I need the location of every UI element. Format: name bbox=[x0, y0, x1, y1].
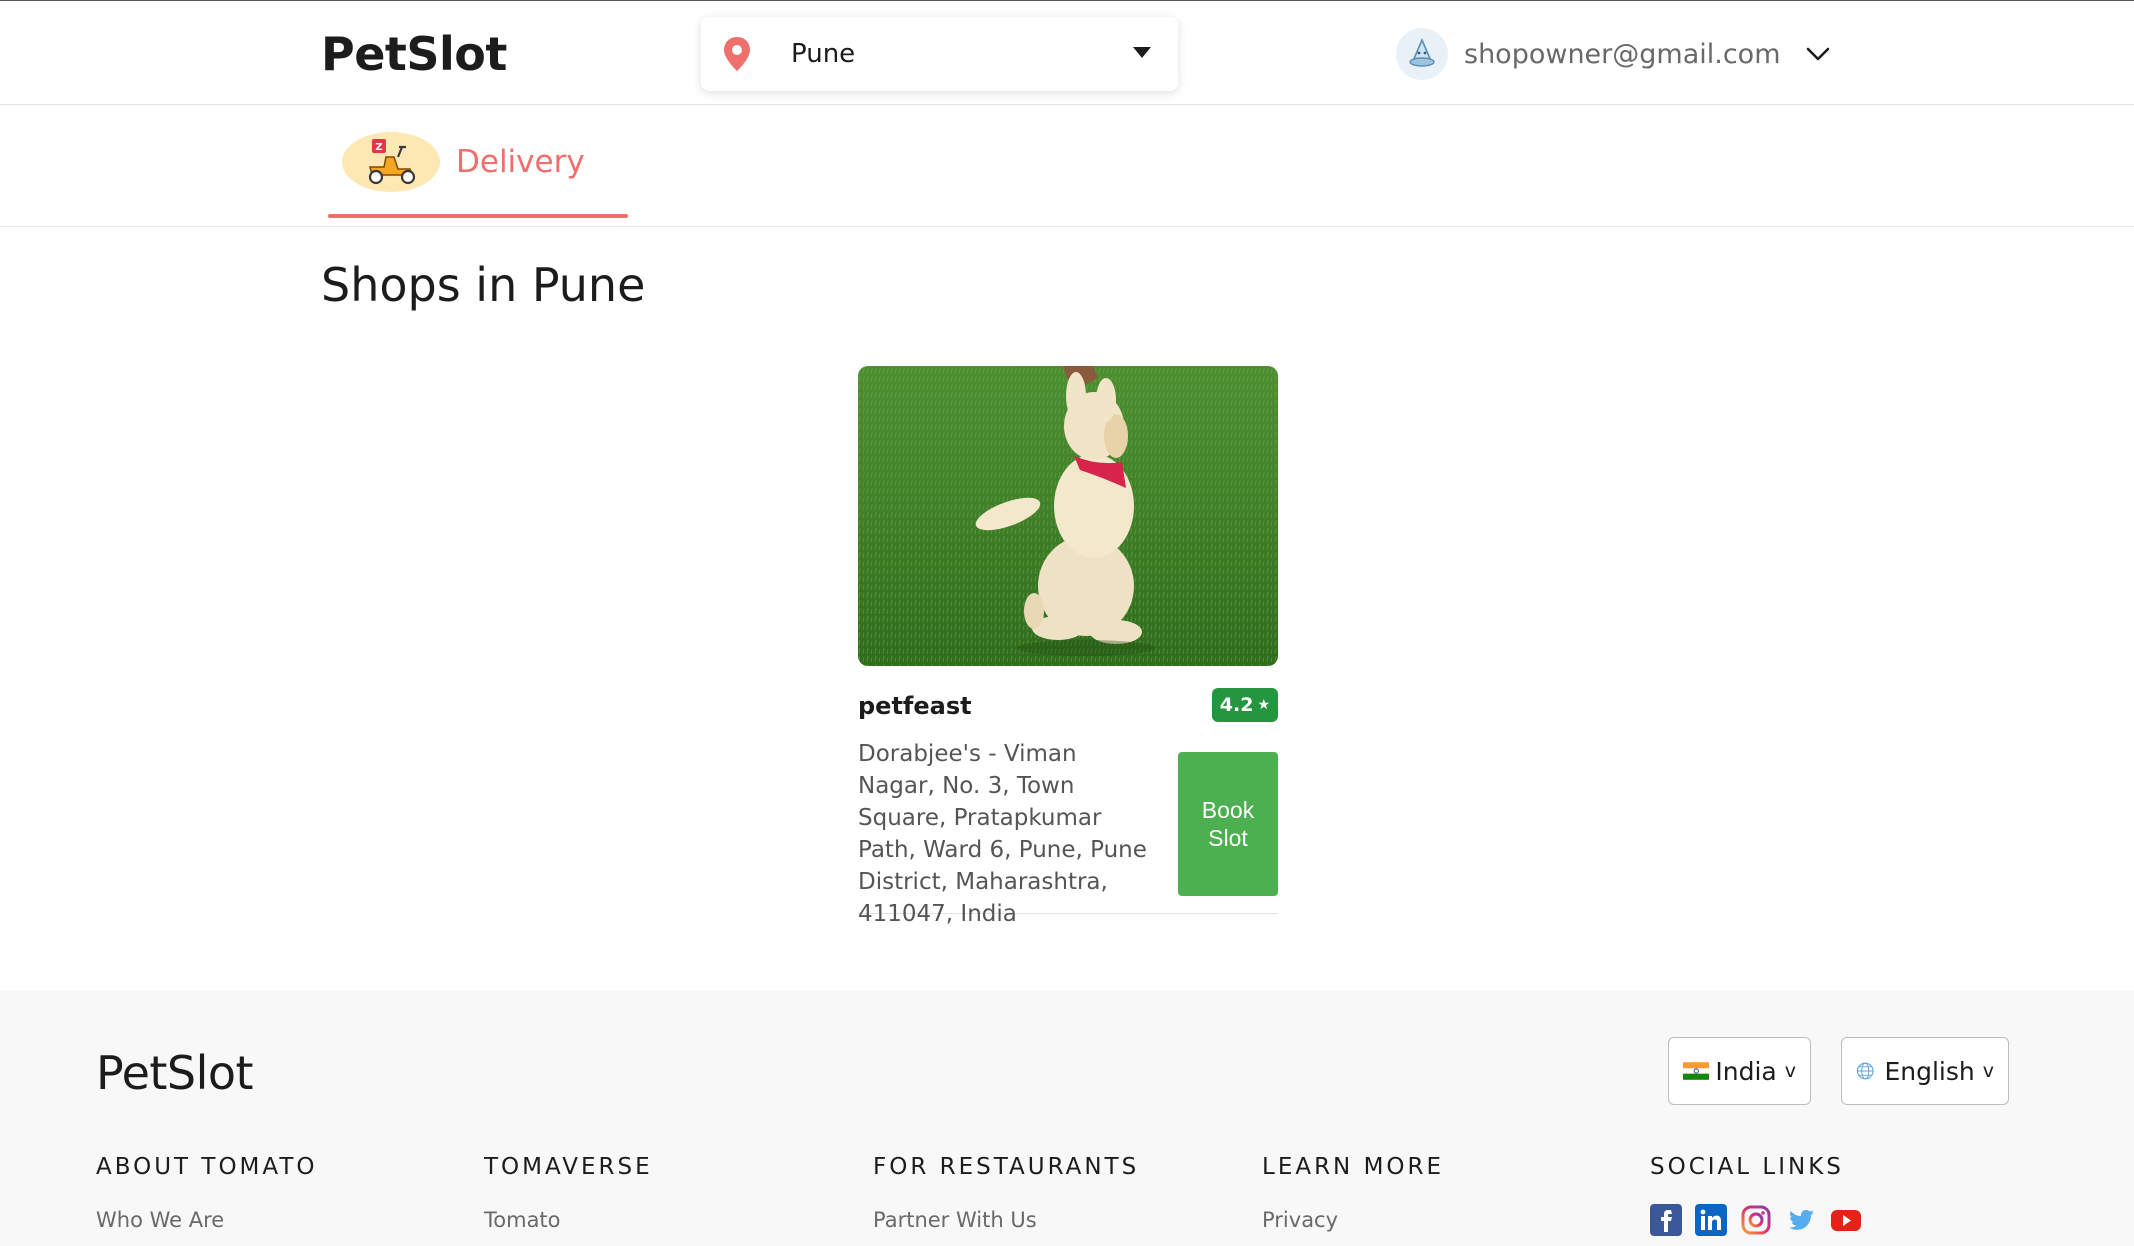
avatar[interactable] bbox=[1396, 28, 1448, 80]
footer-heading: ABOUT TOMATO bbox=[96, 1154, 318, 1180]
language-label: English bbox=[1884, 1056, 1975, 1086]
instagram-icon[interactable] bbox=[1740, 1204, 1772, 1236]
chevron-down-icon[interactable] bbox=[1805, 41, 1831, 67]
footer-link-who-we-are[interactable]: Who We Are bbox=[96, 1208, 318, 1232]
shop-address: Dorabjee's - Viman Nagar, No. 3, Town Sq… bbox=[858, 741, 1147, 927]
rating-value: 4.2 bbox=[1219, 694, 1254, 716]
globe-icon bbox=[1856, 1062, 1874, 1080]
shop-image[interactable] bbox=[858, 366, 1278, 666]
footer-heading: LEARN MORE bbox=[1262, 1154, 1445, 1180]
twitter-icon[interactable] bbox=[1785, 1204, 1817, 1236]
footer-column-tomaverse: TOMAVERSE Tomato bbox=[484, 1154, 653, 1232]
youtube-icon[interactable] bbox=[1830, 1204, 1862, 1236]
linkedin-icon[interactable] bbox=[1695, 1204, 1727, 1236]
user-avatar-icon bbox=[1409, 37, 1435, 67]
footer-column-learn-more: LEARN MORE Privacy bbox=[1262, 1154, 1444, 1232]
india-flag-icon bbox=[1683, 1062, 1710, 1080]
footer: PetSlot India v English v ABOUT TOMATO W… bbox=[0, 990, 2134, 1246]
footer-logo[interactable]: PetSlot bbox=[96, 1046, 254, 1100]
caret-down-icon[interactable] bbox=[1133, 47, 1151, 58]
brand-logo[interactable]: PetSlot bbox=[321, 27, 507, 81]
user-menu[interactable]: shopowner@gmail.com bbox=[1396, 27, 1831, 81]
shop-card[interactable]: petfeast 4.2 ★ Dorabjee's - Viman Nagar,… bbox=[858, 366, 1278, 927]
footer-column-social: SOCIAL LINKS bbox=[1650, 1154, 1862, 1236]
country-label: India bbox=[1715, 1056, 1777, 1086]
book-slot-label-line2: Slot bbox=[1208, 825, 1248, 851]
footer-heading: FOR RESTAURANTS bbox=[873, 1154, 1140, 1180]
footer-heading: SOCIAL LINKS bbox=[1650, 1154, 1844, 1180]
footer-link-tomato[interactable]: Tomato bbox=[484, 1208, 653, 1232]
scooter-icon: Z bbox=[342, 132, 440, 192]
rating-badge: 4.2 ★ bbox=[1211, 688, 1278, 722]
chevron-down-icon: v bbox=[1982, 1060, 1994, 1082]
user-email[interactable]: shopowner@gmail.com bbox=[1464, 39, 1781, 70]
shop-name[interactable]: petfeast bbox=[858, 692, 972, 720]
social-links bbox=[1650, 1204, 1862, 1236]
footer-link-partner[interactable]: Partner With Us bbox=[873, 1208, 1139, 1232]
footer-column-about: ABOUT TOMATO Who We Are bbox=[96, 1154, 318, 1232]
active-tab-indicator bbox=[328, 214, 628, 218]
language-selector[interactable]: English v bbox=[1841, 1037, 2009, 1105]
footer-heading: TOMAVERSE bbox=[484, 1154, 653, 1180]
page-title: Shops in Pune bbox=[321, 258, 646, 312]
svg-text:Z: Z bbox=[375, 142, 382, 153]
location-input[interactable] bbox=[791, 35, 1091, 73]
footer-link-privacy[interactable]: Privacy bbox=[1262, 1208, 1444, 1232]
top-header: PetSlot shopowner@gmail.com bbox=[0, 1, 2134, 105]
chevron-down-icon: v bbox=[1784, 1060, 1796, 1082]
book-slot-label-line1: Book bbox=[1201, 797, 1255, 823]
location-pin-icon bbox=[724, 37, 750, 71]
puppy-photo bbox=[858, 366, 1278, 666]
tab-label: Delivery bbox=[456, 144, 585, 180]
tab-delivery[interactable]: Z Delivery bbox=[328, 105, 628, 219]
footer-column-restaurants: FOR RESTAURANTS Partner With Us bbox=[873, 1154, 1139, 1232]
country-selector[interactable]: India v bbox=[1668, 1037, 1811, 1105]
book-slot-button[interactable]: Book Slot bbox=[1178, 752, 1278, 896]
location-selector[interactable] bbox=[701, 17, 1178, 91]
star-icon: ★ bbox=[1257, 697, 1270, 713]
facebook-icon[interactable] bbox=[1650, 1204, 1682, 1236]
tab-bar: Z Delivery bbox=[0, 105, 2134, 227]
